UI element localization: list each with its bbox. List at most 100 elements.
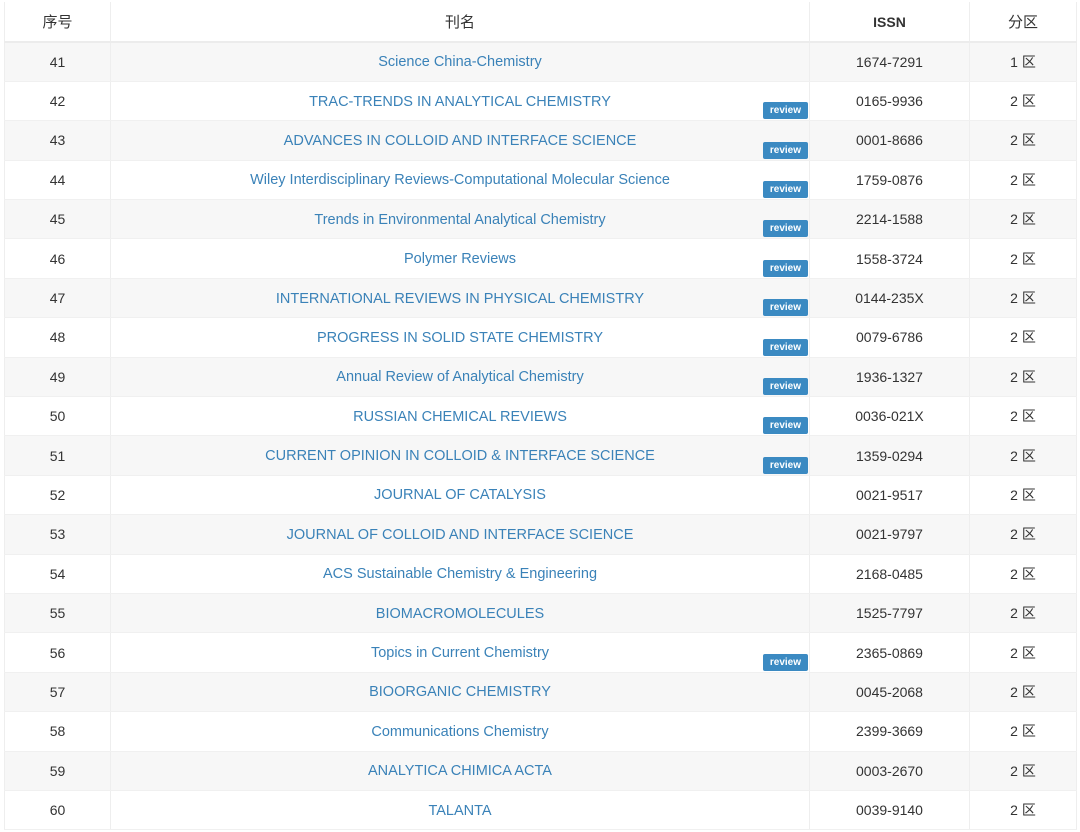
zone-cell: 2 区 [969, 278, 1077, 319]
row-number: 48 [4, 317, 111, 358]
table-row: 42 TRAC-TRENDS IN ANALYTICAL CHEMISTRY rev… [4, 81, 1077, 122]
row-number: 52 [4, 475, 111, 516]
zone-cell: 2 区 [969, 357, 1077, 398]
table-row: 58 Communications Chemistry 2399-3669 2 区 [4, 711, 1077, 752]
row-number: 43 [4, 120, 111, 161]
journal-name-link[interactable]: TALANTA [428, 803, 491, 819]
table-row: 59 ANALYTICA CHIMICA ACTA 0003-2670 2 区 [4, 751, 1077, 791]
table-row: 54 ACS Sustainable Chemistry & Engineerin… [4, 554, 1077, 594]
issn-cell: 0165-9936 [809, 81, 970, 122]
journal-name-link[interactable]: Trends in Environmental Analytical Chemi… [314, 212, 605, 228]
review-badge: review [762, 141, 808, 159]
issn-cell: 0003-2670 [809, 751, 970, 791]
table-row: 55 BIOMACROMOLECULES 1525-7797 2 区 [4, 593, 1077, 634]
table-row: 47 INTERNATIONAL REVIEWS IN PHYSICAL CHEM… [4, 278, 1077, 319]
journal-name-link[interactable]: PROGRESS IN SOLID STATE CHEMISTRY [317, 330, 603, 346]
journal-name-link[interactable]: JOURNAL OF CATALYSIS [374, 487, 546, 503]
zone-cell: 2 区 [969, 751, 1077, 791]
review-badge: review [762, 417, 808, 435]
table-body: 41 Science China-Chemistry 1674-7291 1 区 42 T… [4, 42, 1077, 831]
review-badge: review [762, 378, 808, 396]
zone-cell: 2 区 [969, 317, 1077, 358]
journal-name-link[interactable]: BIOMACROMOLECULES [376, 606, 544, 622]
zone-cell: 2 区 [969, 435, 1077, 476]
issn-cell: 0079-6786 [809, 317, 970, 358]
review-badge: review [762, 259, 808, 277]
row-number: 56 [4, 632, 111, 673]
journal-name-cell: Science China-Chemistry [110, 42, 810, 82]
journal-name-cell: TRAC-TRENDS IN ANALYTICAL CHEMISTRY revie… [110, 81, 810, 122]
zone-cell: 2 区 [969, 593, 1077, 634]
table-row: 46 Polymer Reviews review 1558-3724 2 区 [4, 238, 1077, 279]
header-no: 序号 [4, 2, 111, 43]
journal-name-cell: CURRENT OPINION IN COLLOID & INTERFACE S… [110, 435, 810, 476]
zone-cell: 2 区 [969, 396, 1077, 437]
table-row: 53 JOURNAL OF COLLOID AND INTERFACE SCIEN… [4, 514, 1077, 555]
journal-name-link[interactable]: ACS Sustainable Chemistry & Engineering [323, 566, 597, 582]
journal-name-link[interactable]: ANALYTICA CHIMICA ACTA [368, 763, 552, 779]
zone-cell: 2 区 [969, 554, 1077, 594]
row-number: 44 [4, 160, 111, 201]
table-row: 60 TALANTA 0039-9140 2 区 [4, 790, 1077, 831]
zone-cell: 2 区 [969, 672, 1077, 713]
issn-cell: 1525-7797 [809, 593, 970, 634]
issn-cell: 1359-0294 [809, 435, 970, 476]
journal-table-container: 序号 刊名 ISSN 分区 41 Science China-Chemistry 1… [0, 0, 1080, 832]
row-number: 51 [4, 435, 111, 476]
zone-cell: 2 区 [969, 238, 1077, 279]
table-row: 57 BIOORGANIC CHEMISTRY 0045-2068 2 区 [4, 672, 1077, 713]
row-number: 55 [4, 593, 111, 634]
zone-cell: 2 区 [969, 790, 1077, 831]
journal-name-link[interactable]: CURRENT OPINION IN COLLOID & INTERFACE S… [265, 448, 655, 464]
journal-name-link[interactable]: TRAC-TRENDS IN ANALYTICAL CHEMISTRY [309, 94, 611, 110]
journal-name-cell: Annual Review of Analytical Chemistry rev… [110, 357, 810, 398]
header-zone: 分区 [969, 2, 1077, 43]
row-number: 49 [4, 357, 111, 398]
review-badge: review [762, 181, 808, 199]
row-number: 60 [4, 790, 111, 831]
journal-name-link[interactable]: JOURNAL OF COLLOID AND INTERFACE SCIENCE [287, 527, 634, 543]
issn-cell: 1674-7291 [809, 42, 970, 82]
issn-cell: 0039-9140 [809, 790, 970, 831]
journal-name-link[interactable]: INTERNATIONAL REVIEWS IN PHYSICAL CHEMIS… [276, 291, 644, 307]
header-name: 刊名 [110, 2, 810, 43]
table-row: 43 ADVANCES IN COLLOID AND INTERFACE SCIE… [4, 120, 1077, 161]
journal-name-cell: Polymer Reviews review [110, 238, 810, 279]
zone-cell: 2 区 [969, 711, 1077, 752]
zone-cell: 2 区 [969, 632, 1077, 673]
table-row: 52 JOURNAL OF CATALYSIS 0021-9517 2 区 [4, 475, 1077, 516]
row-number: 45 [4, 199, 111, 240]
journal-name-cell: Communications Chemistry [110, 711, 810, 752]
journal-name-link[interactable]: Science China-Chemistry [378, 54, 542, 70]
review-badge: review [762, 653, 808, 671]
header-issn: ISSN [809, 2, 970, 43]
journal-name-cell: JOURNAL OF CATALYSIS [110, 475, 810, 516]
zone-cell: 2 区 [969, 120, 1077, 161]
issn-cell: 2399-3669 [809, 711, 970, 752]
journal-name-cell: PROGRESS IN SOLID STATE CHEMISTRY review [110, 317, 810, 358]
issn-cell: 2214-1588 [809, 199, 970, 240]
journal-table: 序号 刊名 ISSN 分区 41 Science China-Chemistry 1… [4, 2, 1077, 831]
zone-cell: 2 区 [969, 160, 1077, 201]
journal-name-cell: ANALYTICA CHIMICA ACTA [110, 751, 810, 791]
issn-cell: 0001-8686 [809, 120, 970, 161]
journal-name-cell: INTERNATIONAL REVIEWS IN PHYSICAL CHEMIS… [110, 278, 810, 319]
review-badge: review [762, 338, 808, 356]
journal-name-link[interactable]: Annual Review of Analytical Chemistry [336, 369, 583, 385]
row-number: 42 [4, 81, 111, 122]
journal-name-link[interactable]: Polymer Reviews [404, 251, 516, 267]
journal-name-link[interactable]: Communications Chemistry [371, 724, 548, 740]
zone-cell: 2 区 [969, 475, 1077, 516]
journal-name-link[interactable]: ADVANCES IN COLLOID AND INTERFACE SCIENC… [284, 133, 637, 149]
zone-cell: 2 区 [969, 199, 1077, 240]
journal-name-link[interactable]: Wiley Interdisciplinary Reviews-Computat… [250, 172, 670, 188]
journal-name-link[interactable]: BIOORGANIC CHEMISTRY [369, 684, 551, 700]
journal-name-cell: TALANTA [110, 790, 810, 831]
issn-cell: 0144-235X [809, 278, 970, 319]
review-badge: review [762, 456, 808, 474]
table-row: 45 Trends in Environmental Analytical Che… [4, 199, 1077, 240]
journal-name-link[interactable]: Topics in Current Chemistry [371, 645, 549, 661]
review-badge: review [762, 299, 808, 317]
table-row: 41 Science China-Chemistry 1674-7291 1 区 [4, 42, 1077, 82]
journal-name-link[interactable]: RUSSIAN CHEMICAL REVIEWS [353, 409, 567, 425]
